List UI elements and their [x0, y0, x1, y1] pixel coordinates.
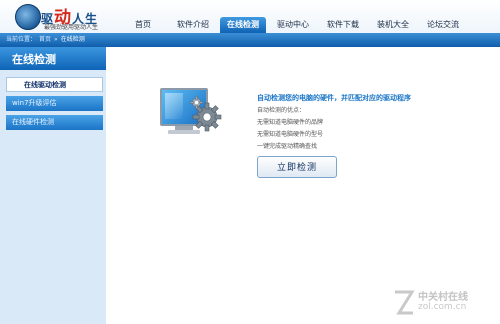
sidebar: 在线检测 在线驱动检测 win7升级评估 在线硬件检测 — [0, 47, 106, 324]
nav-software-download[interactable]: 软件下载 — [320, 17, 366, 33]
small-gear-icon — [190, 96, 203, 109]
watermark-url: zol.com.cn — [418, 302, 467, 312]
breadcrumb-current: 在线检测 — [60, 36, 85, 43]
logo-icon[interactable] — [15, 4, 41, 30]
sidebar-title-text: 在线检测 — [12, 53, 56, 66]
nav-software-intro[interactable]: 软件介绍 — [166, 17, 220, 33]
header: 驱动人生 最强劲驱用驱动人生 首页 软件介绍 在线检测 驱动中心 软件下载 装机… — [0, 0, 500, 33]
monitor-gear-illustration — [160, 88, 222, 136]
detect-headline: 自动检测您的电脑的硬件，并匹配对应的驱动程序 — [257, 94, 411, 102]
nav-forum[interactable]: 论坛交流 — [420, 17, 466, 33]
feature-item: 无需知道电脑硬件的型号 — [257, 131, 324, 138]
breadcrumb-prefix: 当前位置： — [6, 36, 37, 43]
feature-item: 无需知道电脑硬件的品牌 — [257, 119, 324, 126]
logo-slogan: 最强劲驱用驱动人生 — [44, 24, 99, 31]
sidebar-item-win7-upgrade[interactable]: win7升级评估 — [6, 96, 103, 111]
main-nav: 首页 软件介绍 在线检测 驱动中心 软件下载 装机大全 论坛交流 — [120, 17, 466, 33]
breadcrumb-separator: » — [54, 36, 58, 43]
detect-subtitle: 自动检测的优点： — [257, 107, 306, 114]
watermark-text: 中关村在线 — [418, 292, 468, 303]
zol-logo-icon — [395, 290, 415, 315]
breadcrumb: 当前位置： 首页» 在线检测 — [6, 33, 88, 47]
nav-home[interactable]: 首页 — [120, 17, 166, 33]
sidebar-title: 在线检测 — [0, 47, 106, 70]
sidebar-item-hardware-detect[interactable]: 在线硬件检测 — [6, 115, 103, 130]
sidebar-item-online-driver-detect[interactable]: 在线驱动检测 — [6, 77, 103, 92]
feature-item: 一键完成驱动精确查找 — [257, 143, 318, 150]
nav-online-detect[interactable]: 在线检测 — [220, 17, 266, 33]
nav-driver-center[interactable]: 驱动中心 — [266, 17, 320, 33]
breadcrumb-bar: 当前位置： 首页» 在线检测 — [0, 33, 500, 47]
watermark: 中关村在线 zol.com.cn — [392, 286, 500, 320]
nav-install-collection[interactable]: 装机大全 — [366, 17, 420, 33]
breadcrumb-home[interactable]: 首页 — [39, 36, 51, 43]
detect-now-button[interactable]: 立即检测 — [257, 156, 337, 178]
